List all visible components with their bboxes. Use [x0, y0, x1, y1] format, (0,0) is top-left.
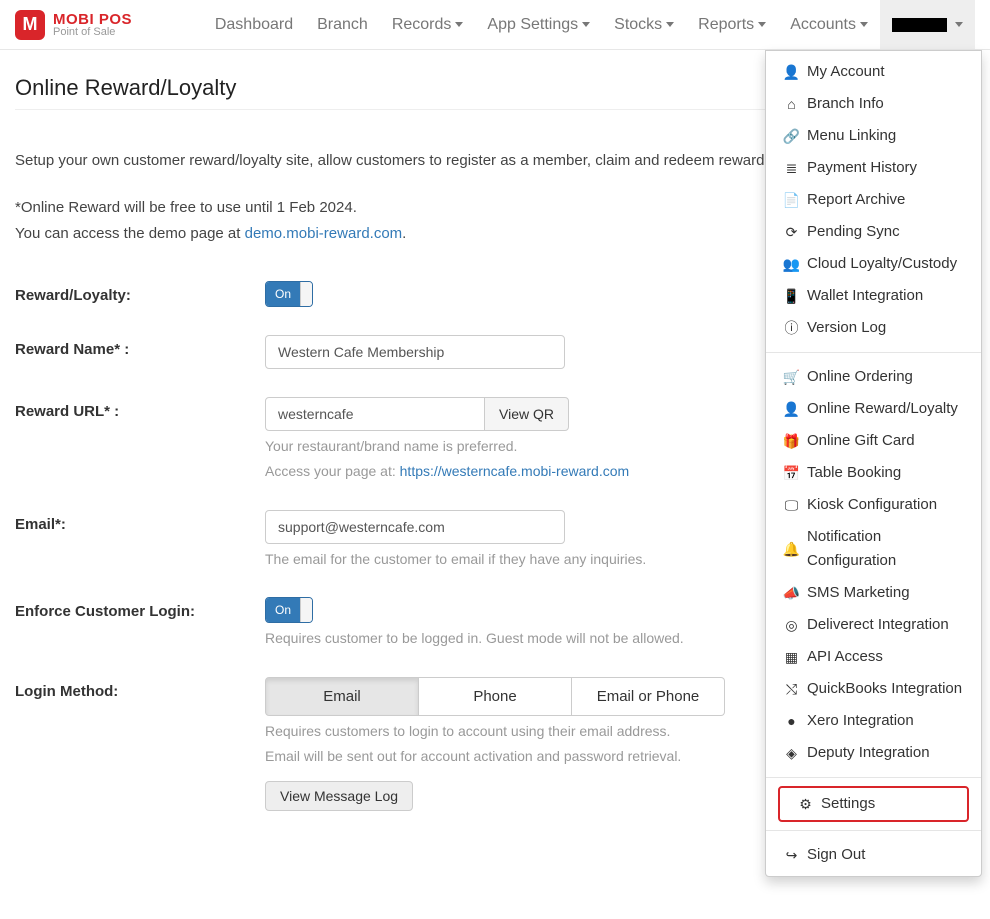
calendar-icon: 📅 — [784, 462, 799, 484]
menu-wallet-integration[interactable]: 📱Wallet Integration — [766, 280, 981, 312]
reward-loyalty-toggle[interactable]: On — [265, 281, 313, 307]
brand[interactable]: M MOBI POS Point of Sale — [15, 10, 132, 40]
nav-app-settings[interactable]: App Settings — [475, 0, 602, 49]
reward-url-label: Reward URL* : — [15, 397, 265, 420]
email-input[interactable] — [265, 510, 565, 544]
menu-version-log[interactable]: ⓘVersion Log — [766, 312, 981, 344]
user-icon: 👤 — [784, 398, 799, 420]
users-icon: 👥 — [784, 253, 799, 275]
navbar: M MOBI POS Point of Sale Dashboard Branc… — [0, 0, 990, 50]
reward-name-input[interactable] — [265, 335, 565, 369]
menu-branch-info[interactable]: ⌂Branch Info — [766, 88, 981, 120]
enforce-login-toggle[interactable]: On — [265, 597, 313, 623]
link-icon: 🔗 — [784, 125, 799, 147]
gift-icon: 🎁 — [784, 430, 799, 452]
reward-url-input[interactable] — [265, 397, 485, 431]
home-icon: ⌂ — [784, 93, 799, 115]
menu-sign-out[interactable]: ↪Sign Out — [766, 839, 981, 871]
menu-api[interactable]: ▦API Access — [766, 641, 981, 673]
login-method-group: Email Phone Email or Phone — [265, 677, 725, 716]
menu-kiosk[interactable]: 🖵Kiosk Configuration — [766, 489, 981, 521]
user-name-redacted — [892, 18, 947, 32]
brand-logo-icon: M — [15, 10, 45, 40]
user-icon: 👤 — [784, 61, 799, 83]
url-help-1: Your restaurant/brand name is preferred. — [265, 437, 765, 457]
toggle-on-label: On — [266, 598, 300, 622]
login-method-email[interactable]: Email — [265, 677, 419, 716]
login-method-both[interactable]: Email or Phone — [572, 677, 725, 716]
nav-accounts[interactable]: Accounts — [778, 0, 880, 49]
brand-title: MOBI POS — [53, 12, 132, 27]
menu-online-gift-card[interactable]: 🎁Online Gift Card — [766, 425, 981, 457]
sign-out-icon: ↪ — [784, 844, 799, 866]
cart-icon: 🛒 — [784, 366, 799, 388]
menu-pending-sync[interactable]: ⟳Pending Sync — [766, 216, 981, 248]
chevron-down-icon — [860, 22, 868, 27]
login-method-label: Login Method: — [15, 677, 265, 700]
demo-link[interactable]: demo.mobi-reward.com — [245, 225, 403, 242]
badge-icon: ◈ — [784, 742, 799, 764]
menu-divider — [766, 352, 981, 353]
menu-settings[interactable]: ⚙Settings — [778, 786, 969, 822]
menu-payment-history[interactable]: ≣Payment History — [766, 152, 981, 184]
shuffle-icon: ⤭ — [784, 678, 799, 700]
nav-branch[interactable]: Branch — [305, 0, 380, 49]
megaphone-icon: 📣 — [784, 582, 799, 604]
toggle-knob — [300, 282, 312, 306]
menu-sms[interactable]: 📣SMS Marketing — [766, 577, 981, 609]
menu-menu-linking[interactable]: 🔗Menu Linking — [766, 120, 981, 152]
grid-icon: ▦ — [784, 646, 799, 668]
nav-stocks[interactable]: Stocks — [602, 0, 686, 49]
email-label: Email*: — [15, 510, 265, 533]
info-icon: ⓘ — [784, 317, 799, 339]
chevron-down-icon — [582, 22, 590, 27]
chevron-down-icon — [666, 22, 674, 27]
nav-records[interactable]: Records — [380, 0, 476, 49]
menu-quickbooks[interactable]: ⤭QuickBooks Integration — [766, 673, 981, 705]
menu-table-booking[interactable]: 📅Table Booking — [766, 457, 981, 489]
login-help-1: Requires customers to login to account u… — [265, 722, 765, 742]
screen-icon: 🖵 — [784, 494, 799, 516]
file-icon: 📄 — [784, 189, 799, 211]
menu-notification[interactable]: 🔔Notification Configuration — [766, 521, 981, 577]
chevron-down-icon — [758, 22, 766, 27]
menu-divider — [766, 777, 981, 778]
enforce-login-label: Enforce Customer Login: — [15, 597, 265, 620]
menu-my-account[interactable]: 👤My Account — [766, 56, 981, 88]
reward-name-label: Reward Name* : — [15, 335, 265, 358]
reward-loyalty-label: Reward/Loyalty: — [15, 281, 265, 304]
view-message-log-button[interactable]: View Message Log — [265, 781, 413, 811]
chevron-down-icon — [955, 22, 963, 27]
menu-deputy[interactable]: ◈Deputy Integration — [766, 737, 981, 769]
login-method-phone[interactable]: Phone — [419, 677, 572, 716]
phone-icon: 📱 — [784, 285, 799, 307]
user-dropdown: 👤My Account ⌂Branch Info 🔗Menu Linking ≣… — [765, 50, 982, 877]
menu-online-ordering[interactable]: 🛒Online Ordering — [766, 361, 981, 393]
toggle-knob — [300, 598, 312, 622]
menu-online-reward[interactable]: 👤Online Reward/Loyalty — [766, 393, 981, 425]
list-icon: ≣ — [784, 157, 799, 179]
refresh-icon: ⟳ — [784, 221, 799, 243]
menu-divider — [766, 830, 981, 831]
reward-url-link[interactable]: https://westerncafe.mobi-reward.com — [400, 463, 630, 479]
nav-user-menu[interactable] — [880, 0, 975, 49]
brand-subtitle: Point of Sale — [53, 27, 132, 38]
target-icon: ◎ — [784, 614, 799, 636]
enforce-help: Requires customer to be logged in. Guest… — [265, 629, 765, 649]
menu-report-archive[interactable]: 📄Report Archive — [766, 184, 981, 216]
menu-cloud-loyalty[interactable]: 👥Cloud Loyalty/Custody — [766, 248, 981, 280]
chevron-down-icon — [455, 22, 463, 27]
bell-icon: 🔔 — [784, 538, 799, 560]
email-help: The email for the customer to email if t… — [265, 550, 765, 570]
login-help-2: Email will be sent out for account activ… — [265, 747, 765, 767]
menu-deliverect[interactable]: ◎Deliverect Integration — [766, 609, 981, 641]
menu-xero[interactable]: ●Xero Integration — [766, 705, 981, 737]
toggle-on-label: On — [266, 282, 300, 306]
gear-icon: ⚙ — [798, 793, 813, 815]
view-qr-button[interactable]: View QR — [484, 397, 569, 431]
circle-icon: ● — [784, 710, 799, 732]
url-help-2: Access your page at: https://westerncafe… — [265, 462, 765, 482]
nav-dashboard[interactable]: Dashboard — [203, 0, 305, 49]
nav-reports[interactable]: Reports — [686, 0, 778, 49]
